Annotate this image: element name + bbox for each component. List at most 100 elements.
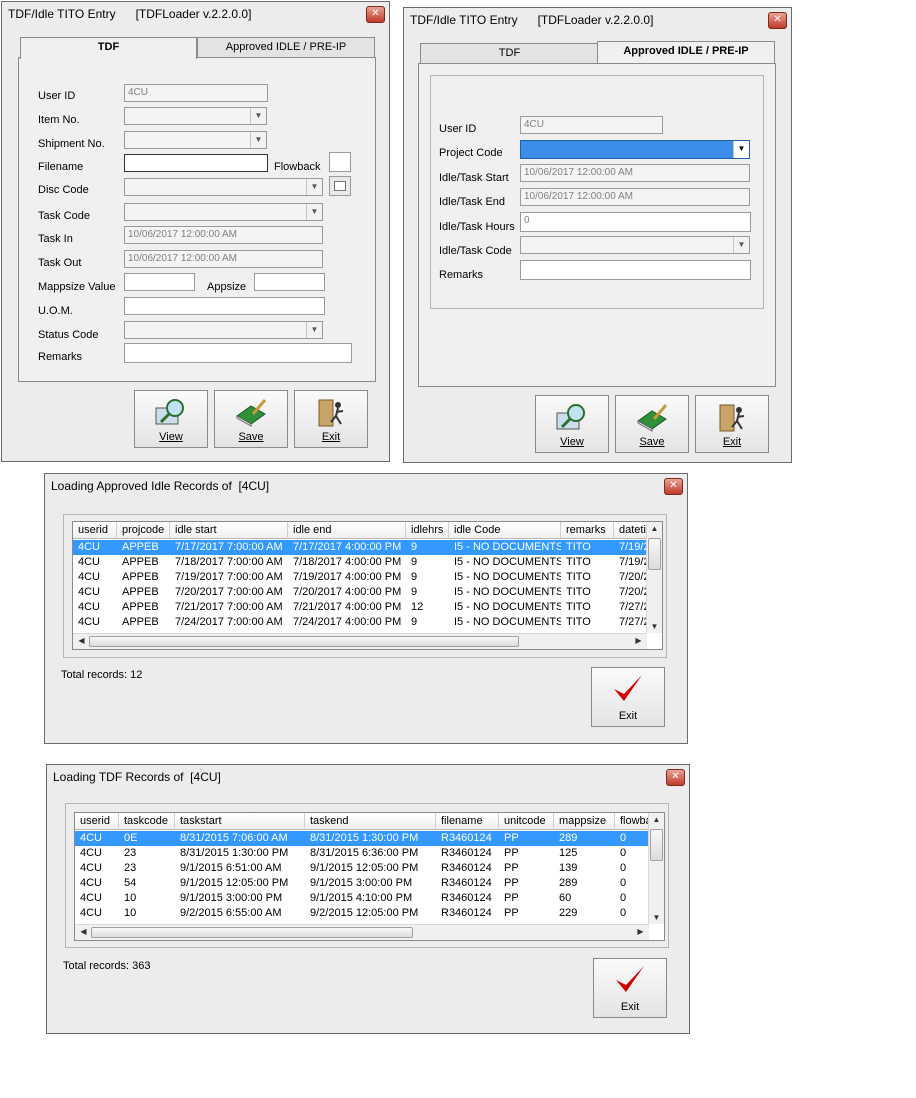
table-cell: 9 [411, 586, 418, 598]
scroll-down-icon[interactable]: ▼ [650, 913, 663, 922]
tab-tdf[interactable]: TDF [20, 37, 197, 59]
tab-tdf[interactable]: TDF [420, 43, 599, 63]
task-in-picker[interactable]: 10/06/2017 12:00:00 AM [124, 226, 323, 244]
disc-code-lookup-button[interactable] [329, 176, 351, 196]
task-out-picker[interactable]: 10/06/2017 12:00:00 AM [124, 250, 323, 268]
close-icon[interactable]: ✕ [666, 769, 685, 786]
table-row[interactable]: 4CU APPEB 7/18/2017 7:00:00 AM 7/18/2017 4:… [73, 555, 647, 570]
column-header[interactable]: filename [436, 813, 499, 830]
view-button[interactable]: View [535, 395, 609, 453]
scroll-thumb[interactable] [91, 927, 413, 938]
table-row[interactable]: 4CU 54 9/1/2015 12:05:00 PM 9/1/2015 3:00:0… [75, 876, 649, 891]
column-header[interactable]: taskend [305, 813, 436, 830]
column-header[interactable]: remarks [561, 522, 614, 539]
scroll-up-icon[interactable]: ▲ [650, 815, 663, 824]
total-records-label: Total records: 12 [61, 669, 143, 681]
table-row[interactable]: 4CU 10 9/2/2015 6:55:00 AM 9/2/2015 12:05:0… [75, 906, 649, 921]
scroll-right-icon[interactable]: ▶ [632, 636, 645, 645]
column-header[interactable]: datetim [614, 522, 647, 539]
flowback-field[interactable] [329, 152, 351, 172]
title-bar[interactable]: TDF/Idle TITO Entry [TDFLoader v.2.2.0.0… [404, 8, 791, 32]
shipment-no-combo[interactable]: ▼ [124, 131, 267, 149]
horizontal-scrollbar[interactable]: ◀ ▶ [75, 924, 649, 940]
exit-button[interactable]: Exit [593, 958, 667, 1018]
column-header[interactable]: idle Code [449, 522, 561, 539]
exit-button[interactable]: Exit [294, 390, 368, 448]
uom-field[interactable] [124, 297, 325, 315]
view-button[interactable]: View [134, 390, 208, 448]
task-code-combo[interactable]: ▼ [124, 203, 323, 221]
column-header[interactable]: unitcode [499, 813, 554, 830]
scroll-down-icon[interactable]: ▼ [648, 622, 661, 631]
chevron-down-icon[interactable]: ▼ [250, 132, 266, 148]
chevron-down-icon[interactable]: ▼ [250, 108, 266, 124]
status-code-combo[interactable]: ▼ [124, 321, 323, 339]
column-header[interactable]: mappsize [554, 813, 615, 830]
table-row[interactable]: 4CU 0E 8/31/2015 7:06:00 AM 8/31/2015 1:30:… [75, 831, 649, 846]
table-cell: 23 [124, 847, 137, 859]
scroll-left-icon[interactable]: ◀ [75, 636, 88, 645]
filename-field[interactable] [124, 154, 268, 172]
title-bar[interactable]: Loading TDF Records of [4CU] ✕ [47, 765, 689, 789]
vertical-scrollbar[interactable]: ▲ ▼ [646, 522, 662, 633]
column-header[interactable]: userid [73, 522, 117, 539]
vertical-scrollbar[interactable]: ▲ ▼ [648, 813, 664, 924]
column-header[interactable]: userid [75, 813, 119, 830]
scroll-up-icon[interactable]: ▲ [648, 524, 661, 533]
exit-button[interactable]: Exit [591, 667, 665, 727]
user-id-field[interactable]: 4CU [124, 84, 268, 102]
table-row[interactable]: 4CU 10 9/1/2015 3:00:00 PM 9/1/2015 4:10:00… [75, 891, 649, 906]
table-row[interactable]: 4CU APPEB 7/17/2017 7:00:00 AM 7/17/2017 4:… [73, 540, 647, 555]
column-header[interactable]: projcode [117, 522, 170, 539]
disc-code-combo[interactable]: ▼ [124, 178, 323, 196]
user-id-field[interactable]: 4CU [520, 116, 663, 134]
close-icon[interactable]: ✕ [768, 12, 787, 29]
task-code-combo[interactable]: ▼ [520, 236, 750, 254]
remarks-field[interactable] [124, 343, 352, 363]
table-row[interactable]: 4CU APPEB 7/24/2017 7:00:00 AM 7/24/2017 4:… [73, 615, 647, 630]
table-row[interactable]: 4CU 23 9/1/2015 6:51:00 AM 9/1/2015 12:05:0… [75, 861, 649, 876]
project-code-combo[interactable]: ▼ [520, 140, 750, 159]
chevron-down-icon[interactable]: ▼ [306, 322, 322, 338]
table-cell: 7/27/2 [619, 616, 647, 628]
table-row[interactable]: 4CU 23 8/31/2015 1:30:00 PM 8/31/2015 6:36:… [75, 846, 649, 861]
chevron-down-icon[interactable]: ▼ [733, 141, 749, 158]
table-row[interactable]: 4CU APPEB 7/20/2017 7:00:00 AM 7/20/2017 4:… [73, 585, 647, 600]
column-header[interactable]: taskcode [119, 813, 175, 830]
idle-records-grid[interactable]: userid projcode idle start idle end idlehrs i… [72, 521, 663, 650]
scroll-thumb[interactable] [89, 636, 519, 647]
scroll-thumb[interactable] [648, 538, 661, 570]
task-start-picker[interactable]: 10/06/2017 12:00:00 AM [520, 164, 750, 182]
chevron-down-icon[interactable]: ▼ [733, 237, 749, 253]
remarks-field[interactable] [520, 260, 751, 280]
mappsize-value-field[interactable] [124, 273, 195, 291]
title-bar[interactable]: TDF/Idle TITO Entry [TDFLoader v.2.2.0.0… [2, 2, 389, 26]
scroll-thumb[interactable] [650, 829, 663, 861]
save-button[interactable]: Save [214, 390, 288, 448]
form-icon [334, 181, 346, 191]
task-hours-field[interactable]: 0 [520, 212, 751, 232]
column-header[interactable]: idle end [288, 522, 406, 539]
table-row[interactable]: 4CU APPEB 7/21/2017 7:00:00 AM 7/21/2017 4:… [73, 600, 647, 615]
title-bar[interactable]: Loading Approved Idle Records of [4CU] ✕ [45, 474, 687, 498]
horizontal-scrollbar[interactable]: ◀ ▶ [73, 633, 647, 649]
close-icon[interactable]: ✕ [664, 478, 683, 495]
column-header[interactable]: taskstart [175, 813, 305, 830]
tab-approved-idle[interactable]: Approved IDLE / PRE-IP [197, 37, 375, 57]
chevron-down-icon[interactable]: ▼ [306, 179, 322, 195]
scroll-right-icon[interactable]: ▶ [634, 927, 647, 936]
chevron-down-icon[interactable]: ▼ [306, 204, 322, 220]
tdf-records-grid[interactable]: userid taskcode taskstart taskend filename un… [74, 812, 665, 941]
column-header[interactable]: flowba [615, 813, 649, 830]
tab-approved-idle[interactable]: Approved IDLE / PRE-IP [597, 41, 775, 63]
table-row[interactable]: 4CU APPEB 7/19/2017 7:00:00 AM 7/19/2017 4:… [73, 570, 647, 585]
close-icon[interactable]: ✕ [366, 6, 385, 23]
column-header[interactable]: idlehrs [406, 522, 449, 539]
exit-button[interactable]: Exit [695, 395, 769, 453]
scroll-left-icon[interactable]: ◀ [77, 927, 90, 936]
task-end-picker[interactable]: 10/06/2017 12:00:00 AM [520, 188, 750, 206]
column-header[interactable]: idle start [170, 522, 288, 539]
item-no-combo[interactable]: ▼ [124, 107, 267, 125]
save-button[interactable]: Save [615, 395, 689, 453]
appsize-field[interactable] [254, 273, 325, 291]
